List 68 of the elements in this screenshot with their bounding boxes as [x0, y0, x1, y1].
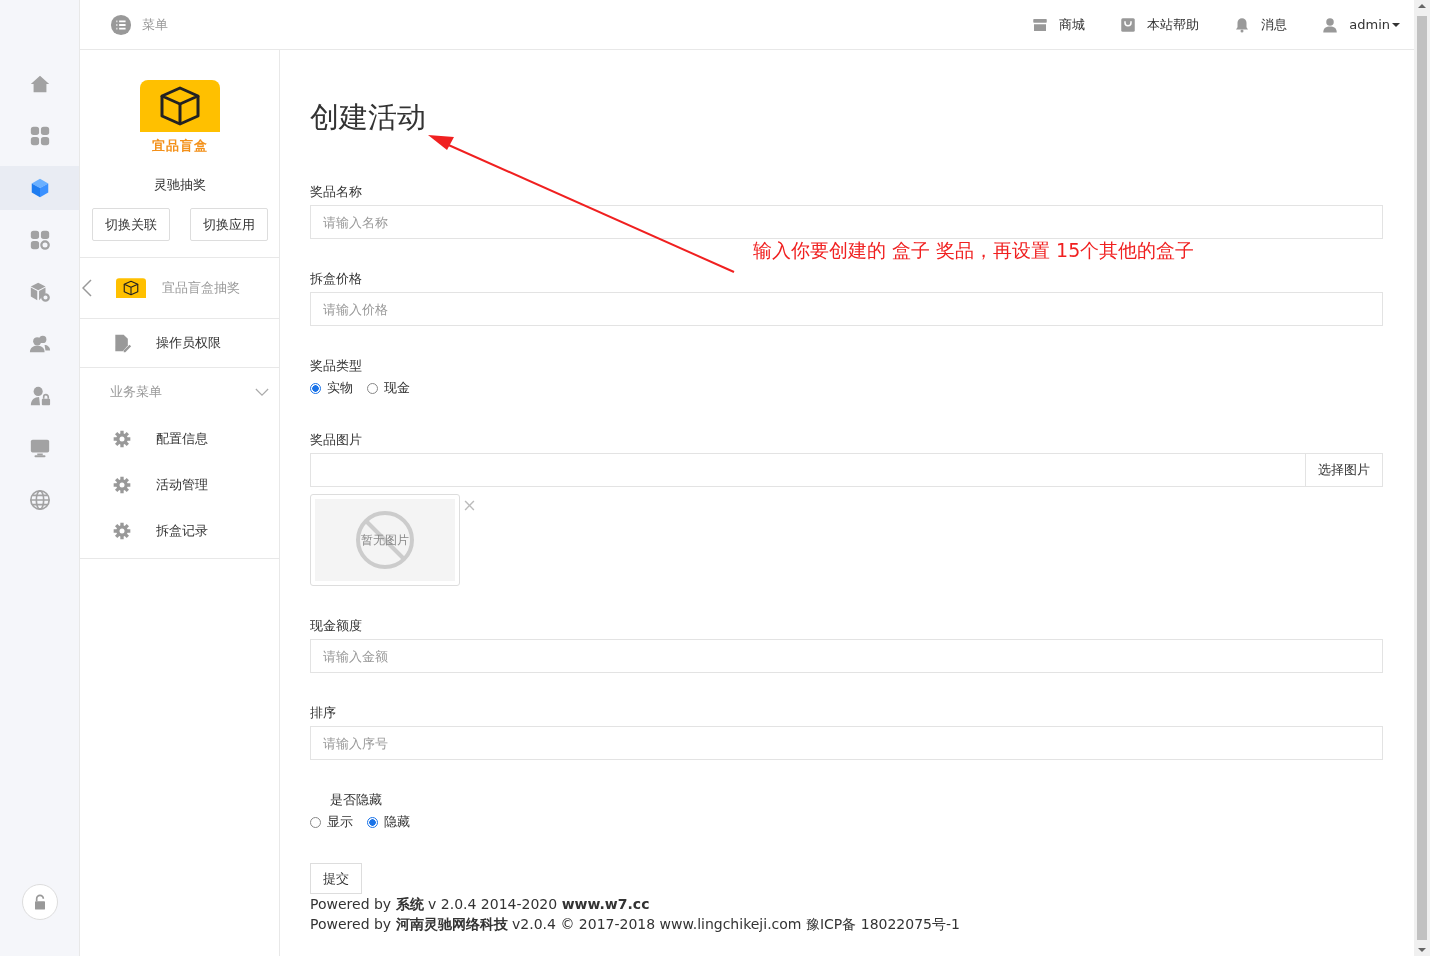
input-field[interactable]: 请输入金额 — [310, 639, 1383, 673]
app-name: 灵驰抽奖 — [153, 176, 206, 194]
page-title: 创建活动 — [310, 99, 427, 136]
submit-button[interactable]: 提交 — [310, 863, 362, 894]
grid-gear-icon — [28, 229, 51, 251]
grid-icon — [28, 125, 51, 147]
field-label: 是否隐藏 — [330, 791, 383, 809]
field-label: 排序 — [310, 704, 337, 722]
app-logo-icon — [116, 278, 146, 298]
menu-item[interactable]: 操作员权限 — [80, 319, 279, 368]
menu-item[interactable]: 拆盒记录 — [80, 508, 279, 554]
document-icon — [112, 333, 132, 353]
scrollbar[interactable] — [1414, 0, 1430, 956]
no-entry-icon — [355, 510, 415, 570]
gear-icon — [112, 521, 132, 541]
scroll-thumb[interactable] — [1417, 16, 1427, 940]
app-logo: 宜品盲盒 — [139, 80, 220, 160]
box-icon — [139, 80, 220, 132]
user-lock-icon — [28, 385, 51, 407]
input-field[interactable]: 请输入名称 — [310, 205, 1383, 239]
input-field[interactable] — [310, 453, 1305, 487]
footer-text: Powered by 河南灵驰网络科技 v2.0.4 © 2017-2018 www.lingchikeji.com 豫ICP备 18022075号-1 — [310, 915, 961, 934]
field-label: 现金额度 — [310, 617, 363, 635]
rail-item[interactable] — [0, 166, 79, 210]
globe-icon — [28, 489, 51, 511]
chevron-down-icon — [255, 387, 269, 397]
radio-button[interactable] — [367, 816, 378, 828]
lock-button[interactable] — [21, 884, 58, 920]
scroll-down-icon[interactable] — [1418, 948, 1426, 952]
annotation-text: 输入你要创建的 盒子 奖品，再设置 15个其他的盒子 — [753, 238, 1195, 263]
top-link[interactable]: 本站帮助 — [1119, 15, 1200, 34]
caret-icon — [1392, 22, 1400, 27]
field-label: 奖品图片 — [310, 431, 363, 449]
user-icon — [1321, 15, 1340, 34]
module-title: 宜品盲盒抽奖 — [162, 279, 240, 297]
switch-button[interactable]: 切换关联 — [91, 208, 170, 241]
home-icon — [28, 73, 51, 95]
field-label: 奖品名称 — [310, 183, 363, 201]
list-icon — [110, 13, 132, 36]
box-gear-icon — [28, 281, 51, 303]
top-link[interactable]: 消息 — [1233, 15, 1288, 34]
radio-button[interactable] — [310, 382, 321, 394]
field-label: 拆盒价格 — [310, 270, 363, 288]
radio-option[interactable]: 现金 — [367, 379, 410, 397]
switch-button[interactable]: 切换应用 — [189, 208, 268, 241]
no-image-text: 暂无图片 — [361, 531, 409, 549]
scroll-up-icon[interactable] — [1418, 4, 1426, 8]
radio-option[interactable]: 显示 — [310, 813, 353, 831]
radio-button[interactable] — [310, 816, 321, 828]
back-chevron-icon[interactable] — [82, 279, 92, 297]
field-label: 奖品类型 — [310, 357, 363, 375]
user-menu[interactable]: admin — [1321, 15, 1400, 34]
radio-option[interactable]: 隐藏 — [367, 813, 410, 831]
input-field[interactable]: 请输入价格 — [310, 292, 1383, 326]
input-field[interactable]: 请输入序号 — [310, 726, 1383, 760]
menu-item[interactable]: 活动管理 — [80, 462, 279, 508]
footer-text: Powered by 系统 v 2.0.4 2014-2020 www.w7.cc — [310, 895, 651, 914]
gear-icon — [112, 429, 132, 449]
gear-icon — [112, 475, 132, 495]
radio-button[interactable] — [367, 382, 378, 394]
menu-item[interactable]: 配置信息 — [80, 416, 279, 462]
top-link[interactable]: 商城 — [1031, 15, 1086, 34]
choose-image-button[interactable]: 选择图片 — [1305, 453, 1383, 487]
monitor-icon — [28, 437, 51, 459]
radio-option[interactable]: 实物 — [310, 379, 353, 397]
users-icon — [28, 333, 51, 355]
bag-icon — [1119, 15, 1138, 34]
remove-icon[interactable] — [464, 500, 475, 511]
